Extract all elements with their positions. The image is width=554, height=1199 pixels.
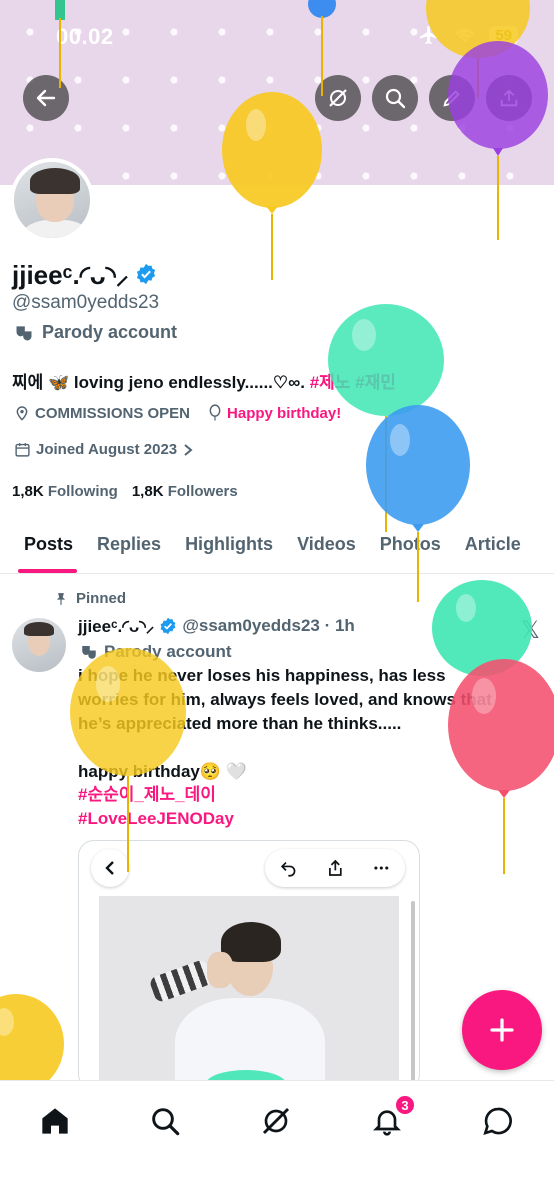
undo-icon[interactable] bbox=[279, 858, 298, 878]
pinned-label: Pinned bbox=[54, 590, 126, 607]
post-handle-time: @ssam0yedds23 · 1h bbox=[182, 615, 355, 635]
post-text: i hope he never loses his happiness, has… bbox=[78, 666, 492, 733]
post-header: jjieeᶜ.◜ᴗ◝⸝ @ssam0yedds23 · 1h bbox=[78, 614, 355, 637]
nav-search[interactable] bbox=[145, 1101, 185, 1141]
grok-icon bbox=[262, 1107, 290, 1135]
profile-handle: @ssam0yedds23 bbox=[12, 292, 160, 313]
birthday-item: Happy birthday! bbox=[208, 404, 341, 422]
profile-tabs: Posts Replies Highlights Videos Photos A… bbox=[0, 518, 554, 574]
display-name: jjieeᶜ.◜ᴗ◝⸝ bbox=[12, 260, 129, 290]
joined-text: Joined August 2023 bbox=[36, 441, 178, 458]
share-button[interactable] bbox=[486, 75, 532, 121]
location-pin-icon bbox=[16, 406, 28, 421]
search-icon bbox=[385, 88, 406, 109]
bio-hashtags[interactable]: #제노 #재민 bbox=[310, 373, 396, 392]
upload-icon bbox=[500, 89, 518, 107]
bio-text: 찌에 🦋 loving jeno endlessly......♡∞. bbox=[12, 373, 310, 392]
bottom-navigation bbox=[0, 1080, 554, 1199]
edit-button[interactable] bbox=[429, 75, 475, 121]
joined-date[interactable]: Joined August 2023 bbox=[14, 441, 194, 458]
arrow-left-icon bbox=[36, 89, 56, 107]
post-hashtag-1[interactable]: #순순이_제노_데이 bbox=[78, 783, 234, 807]
profile-bio: 찌에 🦋 loving jeno endlessly......♡∞. #제노 … bbox=[12, 368, 396, 393]
notification-badge: 3 bbox=[394, 1094, 416, 1116]
grok-button[interactable] bbox=[315, 75, 361, 121]
more-icon[interactable] bbox=[372, 858, 391, 878]
compose-button[interactable] bbox=[462, 990, 542, 1070]
tab-highlights[interactable]: Highlights bbox=[173, 518, 285, 573]
post-parody-text: Parody account bbox=[104, 642, 232, 661]
media-back-button[interactable] bbox=[91, 849, 129, 887]
post-hashtags: #순순이_제노_데이 #LoveLeeJENODay bbox=[78, 783, 234, 831]
calendar-icon bbox=[15, 443, 30, 457]
search-icon bbox=[152, 1108, 180, 1136]
status-time: 00.02 bbox=[56, 24, 114, 49]
post-text-birthday: happy birthday🥺 🤍 bbox=[78, 762, 247, 781]
chevron-left-icon bbox=[105, 861, 114, 875]
pin-icon bbox=[56, 592, 66, 605]
location-text: COMMISSIONS OPEN bbox=[35, 404, 191, 422]
media-scrollbar[interactable] bbox=[411, 901, 415, 1081]
name-row: jjieeᶜ.◜ᴗ◝⸝ bbox=[12, 256, 157, 292]
nav-home[interactable] bbox=[35, 1101, 75, 1141]
parody-text: Parody account bbox=[42, 322, 178, 342]
home-icon bbox=[42, 1108, 68, 1134]
tab-posts[interactable]: Posts bbox=[0, 518, 85, 573]
tab-articles[interactable]: Article bbox=[453, 518, 533, 573]
share-icon[interactable] bbox=[326, 858, 345, 878]
followers-label: Followers bbox=[167, 483, 238, 500]
status-icons: 59 bbox=[417, 24, 518, 46]
birthday-text: Happy birthday! bbox=[227, 404, 342, 422]
media-toolbar bbox=[265, 849, 405, 887]
battery-indicator: 59 bbox=[489, 25, 518, 45]
post-parody-label: Parody account bbox=[80, 642, 232, 662]
chevron-right-icon bbox=[184, 443, 193, 456]
nav-messages[interactable] bbox=[478, 1101, 518, 1141]
verified-badge-icon bbox=[160, 617, 176, 634]
airplane-icon bbox=[420, 25, 438, 45]
chat-bubble-icon bbox=[483, 1107, 512, 1135]
follow-stats: 1,8K Following 1,8K Followers bbox=[12, 483, 238, 500]
balloon bbox=[0, 994, 64, 1094]
nav-grok[interactable] bbox=[256, 1101, 296, 1141]
x-logo-icon: 𝕏 bbox=[520, 617, 540, 644]
profile-avatar[interactable] bbox=[10, 158, 94, 242]
pencil-icon bbox=[443, 90, 460, 107]
balloon bbox=[328, 304, 444, 532]
location-item: COMMISSIONS OPEN bbox=[14, 404, 190, 422]
theater-masks-icon bbox=[16, 325, 32, 340]
profile-meta: COMMISSIONS OPEN Happy birthday! bbox=[14, 404, 341, 422]
following-count: 1,8K bbox=[12, 483, 44, 500]
theater-masks-icon bbox=[82, 646, 96, 659]
following-link[interactable]: 1,8K Following bbox=[12, 483, 118, 500]
tab-videos[interactable]: Videos bbox=[285, 518, 368, 573]
back-button[interactable] bbox=[23, 75, 69, 121]
parody-label: Parody account bbox=[14, 322, 177, 343]
verified-badge-icon bbox=[136, 263, 155, 285]
balloon bbox=[432, 580, 532, 676]
wifi-icon bbox=[455, 29, 475, 44]
tab-replies[interactable]: Replies bbox=[85, 518, 173, 573]
search-button[interactable] bbox=[372, 75, 418, 121]
balloon-icon bbox=[209, 404, 221, 421]
followers-count: 1,8K bbox=[131, 483, 164, 500]
plus-icon bbox=[490, 1018, 514, 1042]
post-avatar[interactable] bbox=[12, 618, 66, 672]
followers-link[interactable]: 1,8K Followers bbox=[132, 483, 238, 500]
post-photo[interactable] bbox=[99, 896, 399, 1089]
following-label: Following bbox=[47, 483, 118, 500]
tab-photos[interactable]: Photos bbox=[368, 518, 453, 573]
pinned-text: Pinned bbox=[76, 590, 127, 607]
post-author-name[interactable]: jjieeᶜ.◜ᴗ◝⸝ bbox=[78, 614, 154, 637]
post-hashtag-2[interactable]: #LoveLeeJENODay bbox=[78, 807, 234, 831]
grok-icon bbox=[329, 89, 347, 107]
post-media[interactable] bbox=[78, 840, 420, 1090]
